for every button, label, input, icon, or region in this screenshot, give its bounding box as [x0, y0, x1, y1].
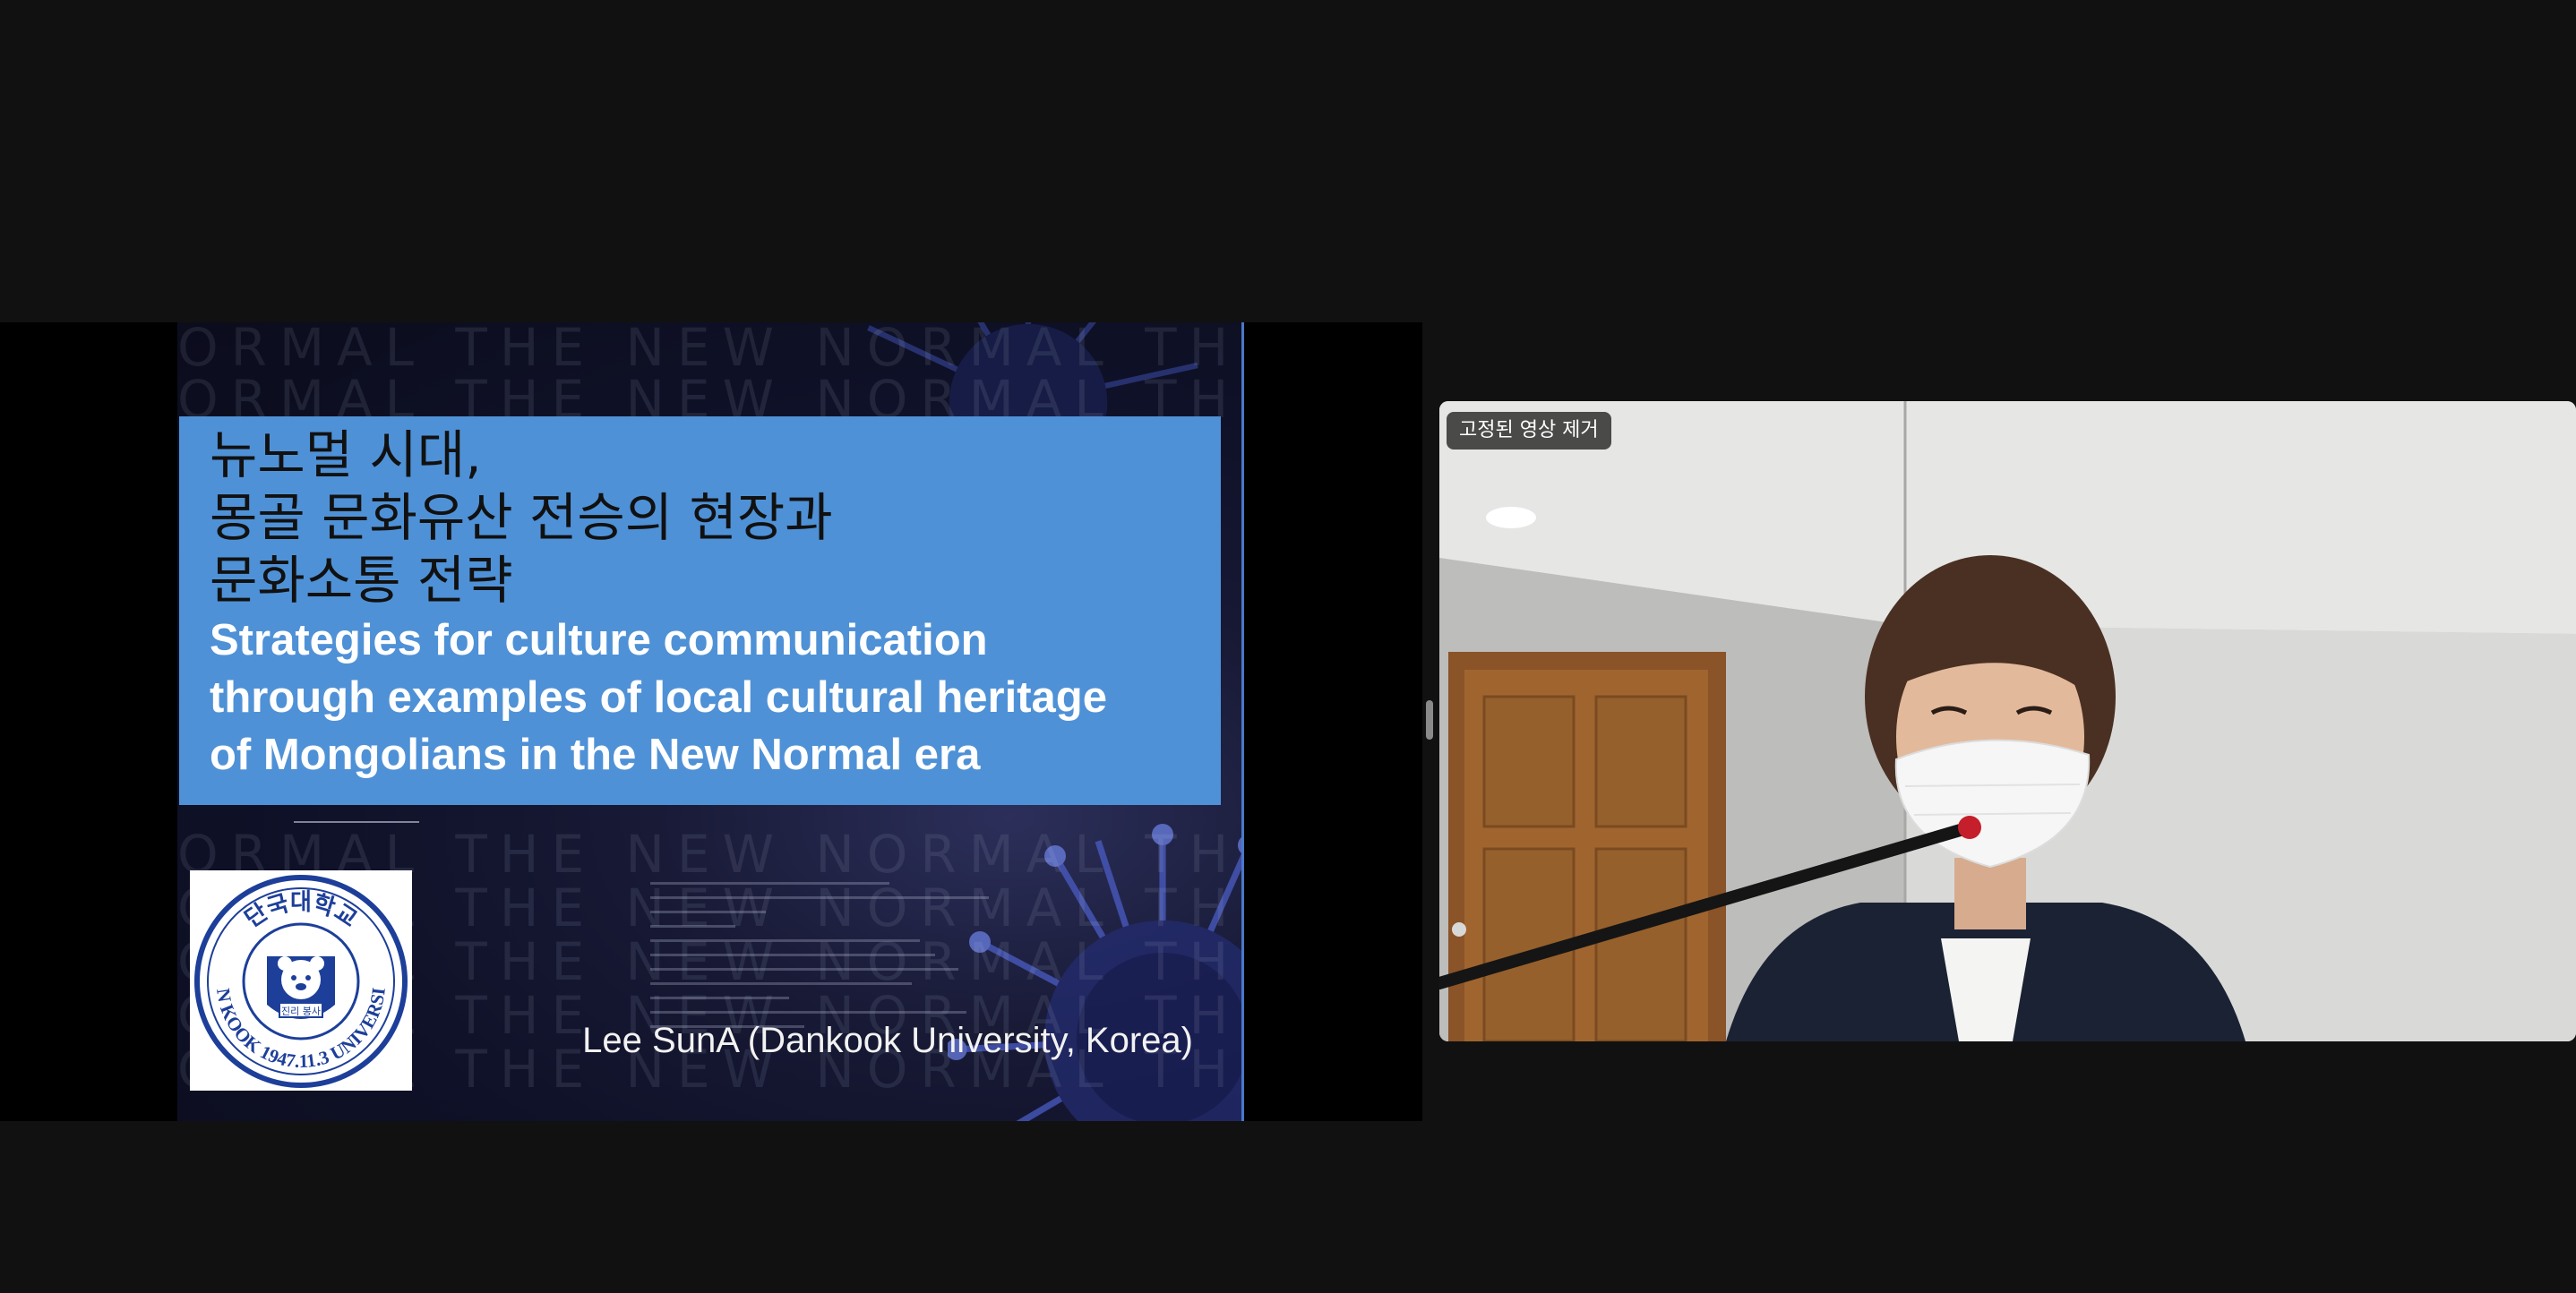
panel-resize-handle[interactable]: [1426, 700, 1433, 740]
university-seal-icon: 단국대학교 DAN KOOK 1947.11.3 UNIVERSITY 진리 봉…: [190, 870, 408, 1088]
slide-edge-line: [1241, 322, 1244, 1121]
code-lines-decoration: [650, 882, 1035, 1040]
slide-title-english-line: of Mongolians in the New Normal era: [210, 731, 981, 779]
meeting-stage: ORMAL THE NEW NORMAL THE NEW NORMAL THE …: [0, 0, 2576, 1293]
presenter-name: Lee SunA (Dankook University, Korea): [582, 1021, 1193, 1060]
remove-pinned-video-button[interactable]: 고정된 영상 제거: [1447, 412, 1611, 450]
slide-title-english-line: through examples of local cultural herit…: [210, 673, 1107, 722]
shared-screen-panel: ORMAL THE NEW NORMAL THE NEW NORMAL THE …: [0, 322, 1422, 1121]
university-logo: 단국대학교 DAN KOOK 1947.11.3 UNIVERSITY 진리 봉…: [190, 870, 412, 1091]
slide-divider: [294, 821, 419, 823]
participant-video-tile[interactable]: 고정된 영상 제거: [1439, 401, 2576, 1041]
logo-book-text: 진리 봉사: [281, 1006, 321, 1017]
presentation-slide: ORMAL THE NEW NORMAL THE NEW NORMAL THE …: [177, 322, 1243, 1121]
slide-title-korean-line: 문화소통 전략: [210, 550, 513, 611]
slide-title-box: 뉴노멀 시대, 몽골 문화유산 전승의 현장과 문화소통 전략 Strategi…: [179, 416, 1221, 805]
slide-title-korean-line: 몽골 문화유산 전승의 현장과: [210, 487, 833, 548]
participant-video-feed: [1439, 401, 2576, 1041]
slide-title-korean-line: 뉴노멀 시대,: [210, 424, 482, 485]
slide-title-english-line: Strategies for culture communication: [210, 616, 988, 664]
